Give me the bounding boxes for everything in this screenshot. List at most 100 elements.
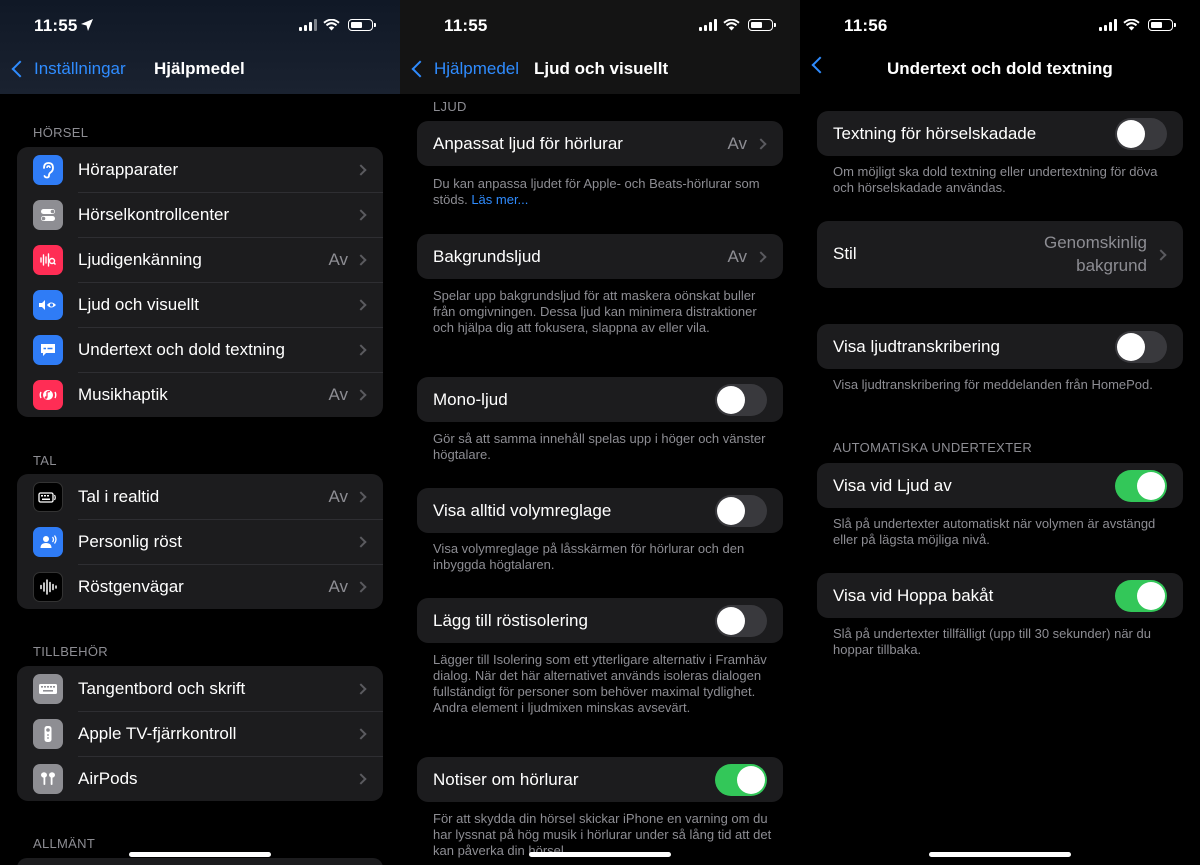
back-label: Hjälpmedel	[434, 59, 520, 78]
row-value: Av	[727, 134, 747, 153]
setting-show-on-skip-back: Visa vid Hoppa bakåt	[817, 573, 1183, 618]
setting-footer: Gör så att samma innehåll spelas upp i h…	[433, 431, 766, 462]
row-label: Bakgrundsljud	[433, 247, 541, 266]
settings-row-apple-tv-remote[interactable]: Apple TV-fjärrkontroll	[17, 711, 383, 756]
chevron-left-icon	[811, 56, 829, 74]
setting-footer: Du kan anpassa ljudet för Apple- och Bea…	[433, 176, 773, 208]
row-label: Ljudigenkänning	[78, 249, 202, 269]
chevron-right-icon	[355, 490, 367, 503]
settings-group-general	[17, 858, 383, 865]
setting-footer: Spelar upp bakgrundsljud för att maskera…	[433, 288, 757, 335]
row-value: Av	[727, 247, 747, 266]
page-title: Undertext och dold textning	[887, 59, 1113, 78]
cellular-signal-icon	[699, 19, 717, 31]
row-label: Visa alltid volymreglage	[433, 501, 612, 520]
settings-group-hearing: Hörapparater Hörselkontrollcenter Ljudig…	[17, 147, 383, 417]
settings-row-live-speech[interactable]: Tal i realtid Av	[17, 474, 383, 519]
row-label: Mono-ljud	[433, 390, 508, 409]
settings-row-airpods[interactable]: AirPods	[17, 756, 383, 801]
setting-background-sounds[interactable]: Bakgrundsljud Av	[417, 234, 783, 279]
settings-row-hearing-devices[interactable]: Hörapparater	[17, 147, 383, 192]
row-value: Av	[328, 486, 348, 506]
keyboard-speech-icon	[33, 481, 63, 512]
status-bar: 11:55	[400, 16, 800, 38]
chevron-left-icon	[11, 60, 29, 78]
wifi-icon	[323, 19, 340, 31]
learn-more-link[interactable]: Läs mer...	[471, 192, 528, 207]
setting-headphone-notifications: Notiser om hörlurar	[417, 757, 783, 802]
audio-transcription-toggle[interactable]	[1115, 330, 1167, 363]
caption-bubble-icon	[33, 334, 63, 365]
back-button[interactable]: Hjälpmedel	[408, 59, 519, 79]
settings-row-subtitles-captioning[interactable]: Undertext och dold textning	[17, 327, 383, 372]
row-label: Hörapparater	[78, 159, 179, 179]
waveform-search-icon	[33, 244, 63, 275]
section-header: TAL	[33, 453, 57, 468]
volume-control-toggle[interactable]	[715, 494, 767, 527]
status-bar: 11:56	[800, 16, 1200, 38]
chevron-right-icon	[355, 343, 367, 356]
settings-group-speech: Tal i realtid Av Personlig röst Röstgenv…	[17, 474, 383, 609]
show-on-skip-back-toggle[interactable]	[1115, 579, 1167, 612]
person-voice-icon	[33, 526, 63, 557]
row-label: Stil	[833, 244, 857, 263]
battery-icon	[748, 19, 776, 31]
cellular-signal-icon	[299, 19, 317, 31]
show-when-muted-toggle[interactable]	[1115, 469, 1167, 502]
row-label: Hörselkontrollcenter	[78, 204, 230, 224]
status-time: 11:55	[34, 16, 78, 35]
sdh-toggle[interactable]	[1115, 117, 1167, 150]
voice-isolation-toggle[interactable]	[715, 604, 767, 637]
row-value: Genomskinlig bakgrund	[1044, 233, 1147, 275]
row-label: Notiser om hörlurar	[433, 770, 579, 789]
chevron-right-icon	[755, 250, 767, 263]
headphone-notifications-toggle[interactable]	[715, 763, 767, 796]
eye-speaker-icon	[33, 289, 63, 320]
chevron-right-icon	[355, 298, 367, 311]
wifi-icon	[1123, 19, 1140, 31]
row-label: Personlig röst	[78, 531, 182, 551]
setting-show-when-muted: Visa vid Ljud av	[817, 463, 1183, 508]
settings-row-music-haptics[interactable]: Musikhaptik Av	[17, 372, 383, 417]
chevron-right-icon	[355, 580, 367, 593]
chevron-right-icon	[355, 772, 367, 785]
back-button[interactable]	[808, 56, 834, 74]
setting-footer: Slå på undertexter tillfälligt (upp till…	[833, 626, 1151, 657]
status-bar: 11:55	[0, 16, 400, 38]
chevron-right-icon	[355, 388, 367, 401]
ear-icon	[33, 154, 63, 185]
settings-row-sound-recognition[interactable]: Ljudigenkänning Av	[17, 237, 383, 282]
mono-audio-toggle[interactable]	[715, 383, 767, 416]
home-indicator	[929, 852, 1071, 857]
location-arrow-icon	[81, 19, 93, 31]
row-label: Musikhaptik	[78, 384, 168, 404]
row-label: AirPods	[78, 768, 138, 788]
settings-row-personal-voice[interactable]: Personlig röst	[17, 519, 383, 564]
settings-row-vocal-shortcuts[interactable]: Röstgenvägar Av	[17, 564, 383, 609]
row-value: Av	[328, 576, 348, 596]
status-time: 11:56	[844, 16, 888, 35]
setting-footer: Slå på undertexter automatiskt när volym…	[833, 516, 1156, 547]
navigation-bar: Inställningar Hjälpmedel	[0, 56, 400, 86]
setting-headphone-accommodations[interactable]: Anpassat ljud för hörlurar Av	[417, 121, 783, 166]
settings-row-audio-visual[interactable]: Ljud och visuellt	[17, 282, 383, 327]
section-header: LJUD	[433, 99, 467, 114]
row-value: Av	[328, 384, 348, 404]
settings-row-hearing-control-center[interactable]: Hörselkontrollcenter	[17, 192, 383, 237]
setting-footer: Visa ljudtranskribering för meddelanden …	[833, 377, 1153, 392]
chevron-right-icon	[355, 253, 367, 266]
chevron-right-icon	[355, 163, 367, 176]
row-label: Ljud och visuellt	[78, 294, 199, 314]
row-label: Anpassat ljud för hörlurar	[433, 134, 623, 153]
setting-show-audio-transcription: Visa ljudtranskribering	[817, 324, 1183, 369]
back-button[interactable]: Inställningar	[8, 59, 126, 79]
row-label: Apple TV-fjärrkontroll	[78, 723, 237, 743]
section-header: AUTOMATISKA UNDERTEXTER	[833, 440, 1033, 455]
setting-style[interactable]: Stil Genomskinlig bakgrund	[817, 221, 1183, 288]
section-header: HÖRSEL	[33, 125, 89, 140]
section-header: TILLBEHÖR	[33, 644, 108, 659]
setting-mono-audio: Mono-ljud	[417, 377, 783, 422]
battery-icon	[1148, 19, 1176, 31]
settings-row-keyboards-typing[interactable]: Tangentbord och skrift	[17, 666, 383, 711]
status-time: 11:55	[444, 16, 488, 35]
